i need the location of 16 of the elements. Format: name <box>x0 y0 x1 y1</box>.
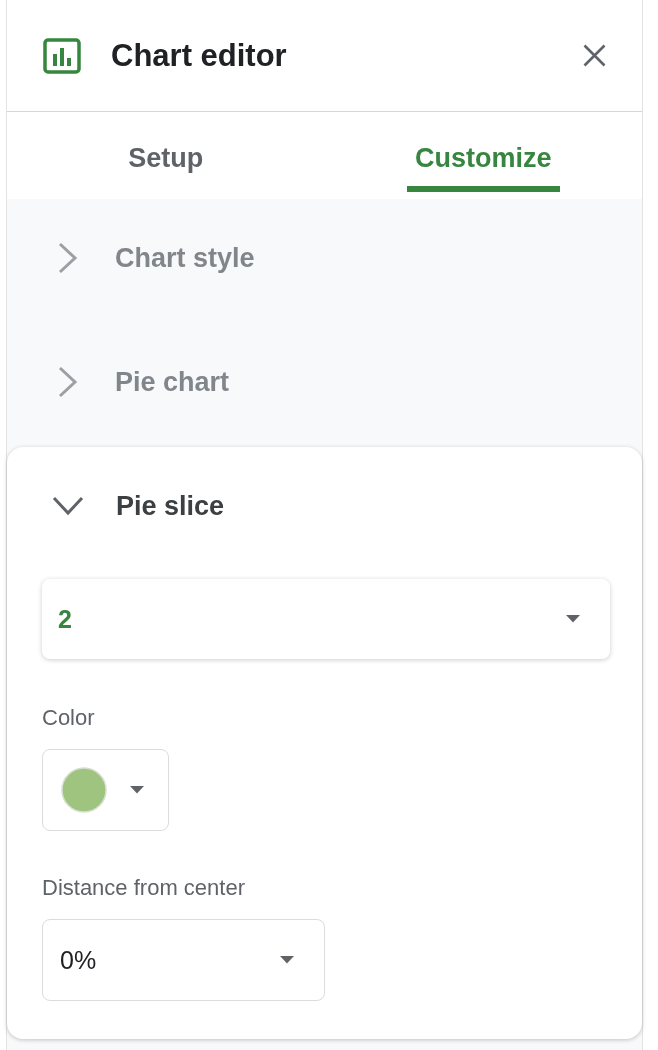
color-picker-button[interactable] <box>42 749 169 831</box>
field-label: Color <box>42 704 95 732</box>
tab[interactable]: Customize <box>407 140 560 192</box>
caret-icon <box>566 615 580 623</box>
panel-title: Chart editor <box>111 37 288 74</box>
close-icon <box>583 44 606 67</box>
section-toggle[interactable]: Pie chart <box>58 366 230 398</box>
tab[interactable]: Setup <box>120 140 212 192</box>
bar-chart-icon <box>43 37 81 74</box>
caret-icon <box>280 956 294 964</box>
dropdown-field[interactable]: 0% <box>42 919 325 1001</box>
caret-icon <box>130 786 144 794</box>
field-label: Distance from center <box>42 874 245 902</box>
section-toggle[interactable]: Pie slice <box>52 490 225 522</box>
slice-dropdown[interactable]: 2 <box>42 579 610 659</box>
section-toggle[interactable]: Chart style <box>58 242 255 274</box>
